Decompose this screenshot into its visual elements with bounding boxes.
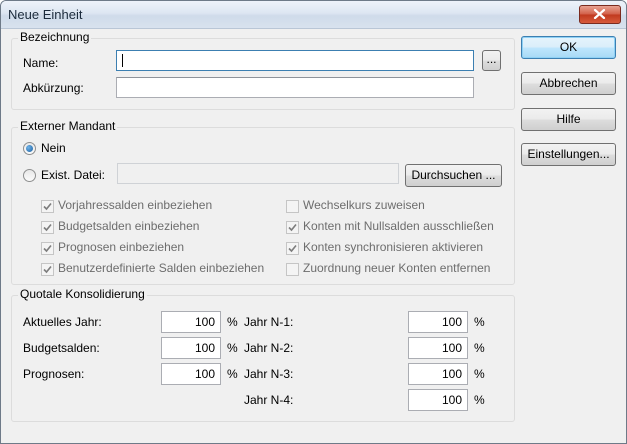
durchsuchen-button[interactable]: Durchsuchen ... <box>405 164 502 187</box>
quota-right-2-percent-unit: % <box>474 367 485 381</box>
option-left-0-label[interactable]: Vorjahressalden einbeziehen <box>58 198 212 212</box>
hilfe-button[interactable]: Hilfe <box>521 108 616 131</box>
option-left-2-label[interactable]: Prognosen einbeziehen <box>58 240 184 254</box>
text-caret <box>122 54 123 67</box>
quota-left-2-percent-unit: % <box>227 367 238 381</box>
option-right-2-label[interactable]: Konten synchronisieren aktivieren <box>303 240 483 254</box>
radio-exist-datei-label[interactable]: Exist. Datei: <box>41 168 105 182</box>
option-right-2-checkbox[interactable] <box>286 242 299 255</box>
quotale-konsolidierung-group: Quotale Konsolidierung Aktuelles Jahr: 10… <box>11 287 515 422</box>
quota-right-1-percent-unit: % <box>474 341 485 355</box>
radio-exist-datei[interactable] <box>23 169 36 182</box>
abbrechen-button[interactable]: Abbrechen <box>521 72 616 95</box>
option-left-2-checkbox[interactable] <box>41 242 54 255</box>
radio-nein[interactable] <box>23 142 36 155</box>
option-right-0-checkbox[interactable] <box>286 200 299 213</box>
quota-left-2-input[interactable]: 100 <box>161 363 221 385</box>
quota-right-0-label: Jahr N-1: <box>244 315 294 329</box>
title-bar[interactable]: Neue Einheit <box>1 1 626 29</box>
radio-nein-label[interactable]: Nein <box>41 141 66 155</box>
option-right-3-checkbox[interactable] <box>286 263 299 276</box>
quota-right-3-label: Jahr N-4: <box>244 393 294 407</box>
exist-datei-input[interactable] <box>117 163 399 184</box>
externer-mandant-group-label: Externer Mandant <box>18 119 118 133</box>
option-right-3-label[interactable]: Zuordnung neuer Konten entfernen <box>303 261 490 275</box>
close-x-icon <box>593 9 606 19</box>
checkmark-icon <box>43 202 52 211</box>
option-left-1-checkbox[interactable] <box>41 221 54 234</box>
quota-right-1-input[interactable]: 100 <box>408 337 468 359</box>
quota-right-3-percent-unit: % <box>474 393 485 407</box>
quota-left-1-label: Budgetsalden: <box>23 341 100 355</box>
dialog-window: Neue Einheit Bezeichnung Name: ... Abkür… <box>0 0 627 444</box>
einstellungen-button[interactable]: Einstellungen... <box>521 143 616 166</box>
name-input[interactable] <box>116 50 474 71</box>
ok-button[interactable]: OK <box>521 36 616 59</box>
close-button[interactable] <box>579 5 621 24</box>
checkmark-icon <box>288 244 297 253</box>
quota-left-2-label: Prognosen: <box>23 367 85 381</box>
externer-mandant-group: Externer Mandant Nein Exist. Datei: Durc… <box>11 119 515 285</box>
name-label: Name: <box>23 56 59 70</box>
name-browse-button[interactable]: ... <box>482 50 501 71</box>
bezeichnung-group-label: Bezeichnung <box>18 30 92 44</box>
quota-right-0-input[interactable]: 100 <box>408 311 468 333</box>
checkmark-icon <box>43 223 52 232</box>
dialog-client: Bezeichnung Name: ... Abkürzung: Externe… <box>5 29 622 439</box>
option-left-1-label[interactable]: Budgetsalden einbeziehen <box>58 219 199 233</box>
quota-left-0-label: Aktuelles Jahr: <box>23 315 102 329</box>
abkuerzung-input[interactable] <box>116 77 474 98</box>
checkmark-icon <box>288 223 297 232</box>
option-left-0-checkbox[interactable] <box>41 200 54 213</box>
checkmark-icon <box>43 265 52 274</box>
quotale-konsolidierung-group-label: Quotale Konsolidierung <box>18 287 147 301</box>
quota-left-0-input[interactable]: 100 <box>161 311 221 333</box>
abkuerzung-label: Abkürzung: <box>23 81 84 95</box>
quota-right-0-percent-unit: % <box>474 315 485 329</box>
option-left-3-checkbox[interactable] <box>41 263 54 276</box>
checkmark-icon <box>43 244 52 253</box>
quota-right-2-input[interactable]: 100 <box>408 363 468 385</box>
quota-left-0-percent-unit: % <box>227 315 238 329</box>
option-right-1-label[interactable]: Konten mit Nullsalden ausschließen <box>303 219 494 233</box>
bezeichnung-group: Bezeichnung Name: ... Abkürzung: <box>11 30 515 110</box>
window-title: Neue Einheit <box>8 7 83 22</box>
option-right-1-checkbox[interactable] <box>286 221 299 234</box>
radio-selected-dot <box>26 145 33 152</box>
quota-left-1-percent-unit: % <box>227 341 238 355</box>
quota-right-3-input[interactable]: 100 <box>408 389 468 411</box>
option-left-3-label[interactable]: Benutzerdefinierte Salden einbeziehen <box>58 261 264 275</box>
quota-right-2-label: Jahr N-3: <box>244 367 294 381</box>
quota-left-1-input[interactable]: 100 <box>161 337 221 359</box>
quota-right-1-label: Jahr N-2: <box>244 341 294 355</box>
option-right-0-label[interactable]: Wechselkurs zuweisen <box>303 198 425 212</box>
